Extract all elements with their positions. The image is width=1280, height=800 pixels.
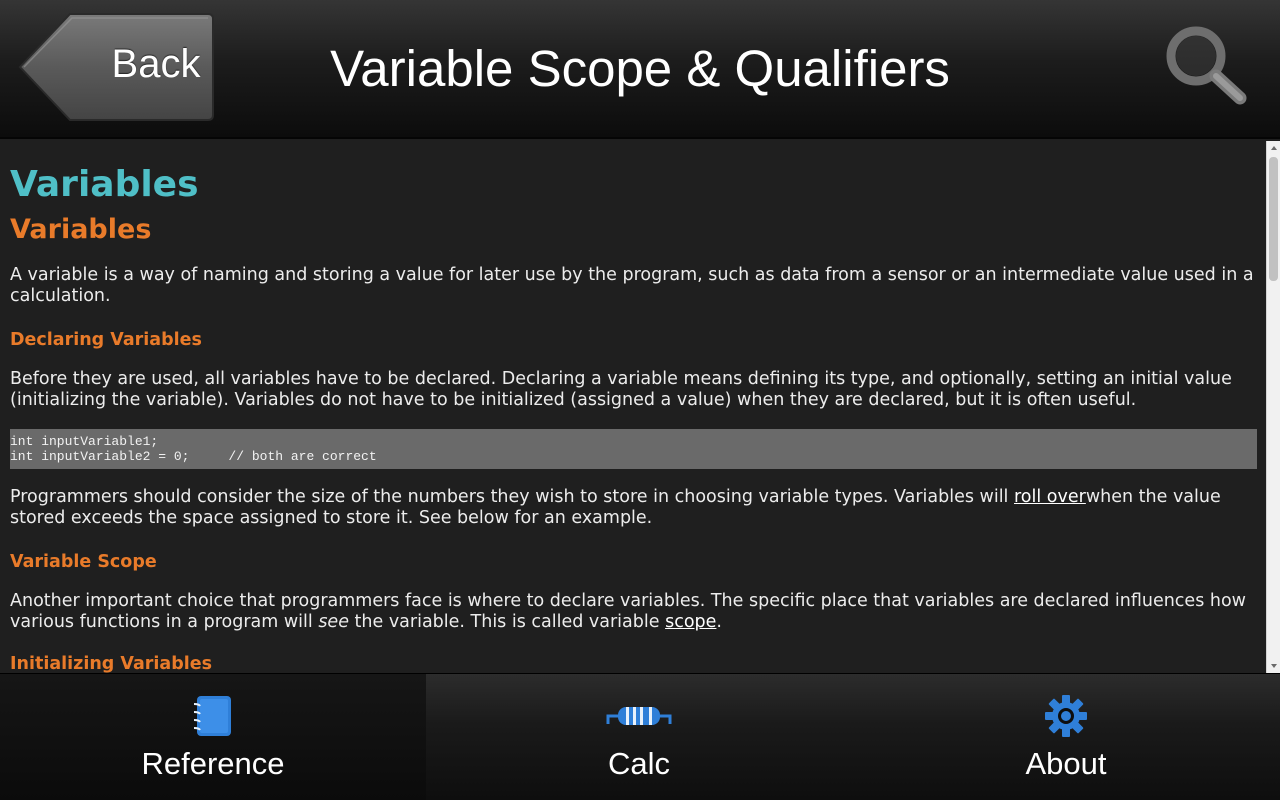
notebook-icon [193, 696, 231, 736]
search-icon [1166, 26, 1247, 105]
header-bar: Back Variable Scope & Qualifiers [0, 0, 1280, 139]
code-block: int inputVariable1; int inputVariable2 = … [10, 429, 1257, 469]
tab-calc[interactable]: Calc [426, 673, 852, 800]
scroll-up-arrow-icon[interactable] [1267, 141, 1280, 155]
content-scrollbar[interactable] [1266, 141, 1280, 673]
scope-paragraph: Another important choice that programmer… [10, 591, 1256, 633]
resistor-icon [606, 707, 672, 725]
bottom-tab-bar: Reference Calc About [0, 673, 1280, 800]
scope-link[interactable]: scope [665, 612, 716, 632]
size-text: Programmers should consider the size of … [10, 487, 1014, 507]
size-paragraph: Programmers should consider the size of … [10, 487, 1256, 529]
back-button[interactable]: Back [18, 12, 214, 122]
page-title: Variable Scope & Qualifiers [330, 40, 950, 97]
tab-calc-label: Calc [607, 746, 670, 781]
section-heading: Variables [10, 164, 199, 205]
back-label: Back [111, 42, 201, 86]
scroll-thumb[interactable] [1269, 157, 1278, 281]
search-button[interactable] [1160, 22, 1252, 108]
gear-icon [1045, 695, 1087, 737]
content-area[interactable]: Variables Variables A variable is a way … [0, 141, 1266, 673]
scope-emphasis: see [318, 612, 349, 632]
tab-reference[interactable]: Reference [0, 673, 426, 800]
intro-paragraph: A variable is a way of naming and storin… [10, 265, 1254, 306]
subsection-heading: Variables [10, 214, 152, 245]
declaring-paragraph: Before they are used, all variables have… [10, 369, 1232, 410]
roll-over-link[interactable]: roll over [1014, 487, 1086, 507]
scope-text: . [716, 612, 722, 632]
tab-about-label: About [1025, 746, 1107, 781]
tab-about[interactable]: About [852, 673, 1280, 800]
declaring-heading: Declaring Variables [10, 330, 202, 350]
initializing-heading: Initializing Variables [10, 654, 213, 673]
code-line: int inputVariable1; [10, 434, 159, 449]
tab-reference-label: Reference [141, 746, 285, 781]
scope-text: the variable. This is called variable [348, 612, 666, 632]
scope-heading: Variable Scope [10, 552, 157, 572]
scroll-down-arrow-icon[interactable] [1267, 659, 1280, 673]
code-line: int inputVariable2 = 0; // both are corr… [10, 449, 377, 464]
